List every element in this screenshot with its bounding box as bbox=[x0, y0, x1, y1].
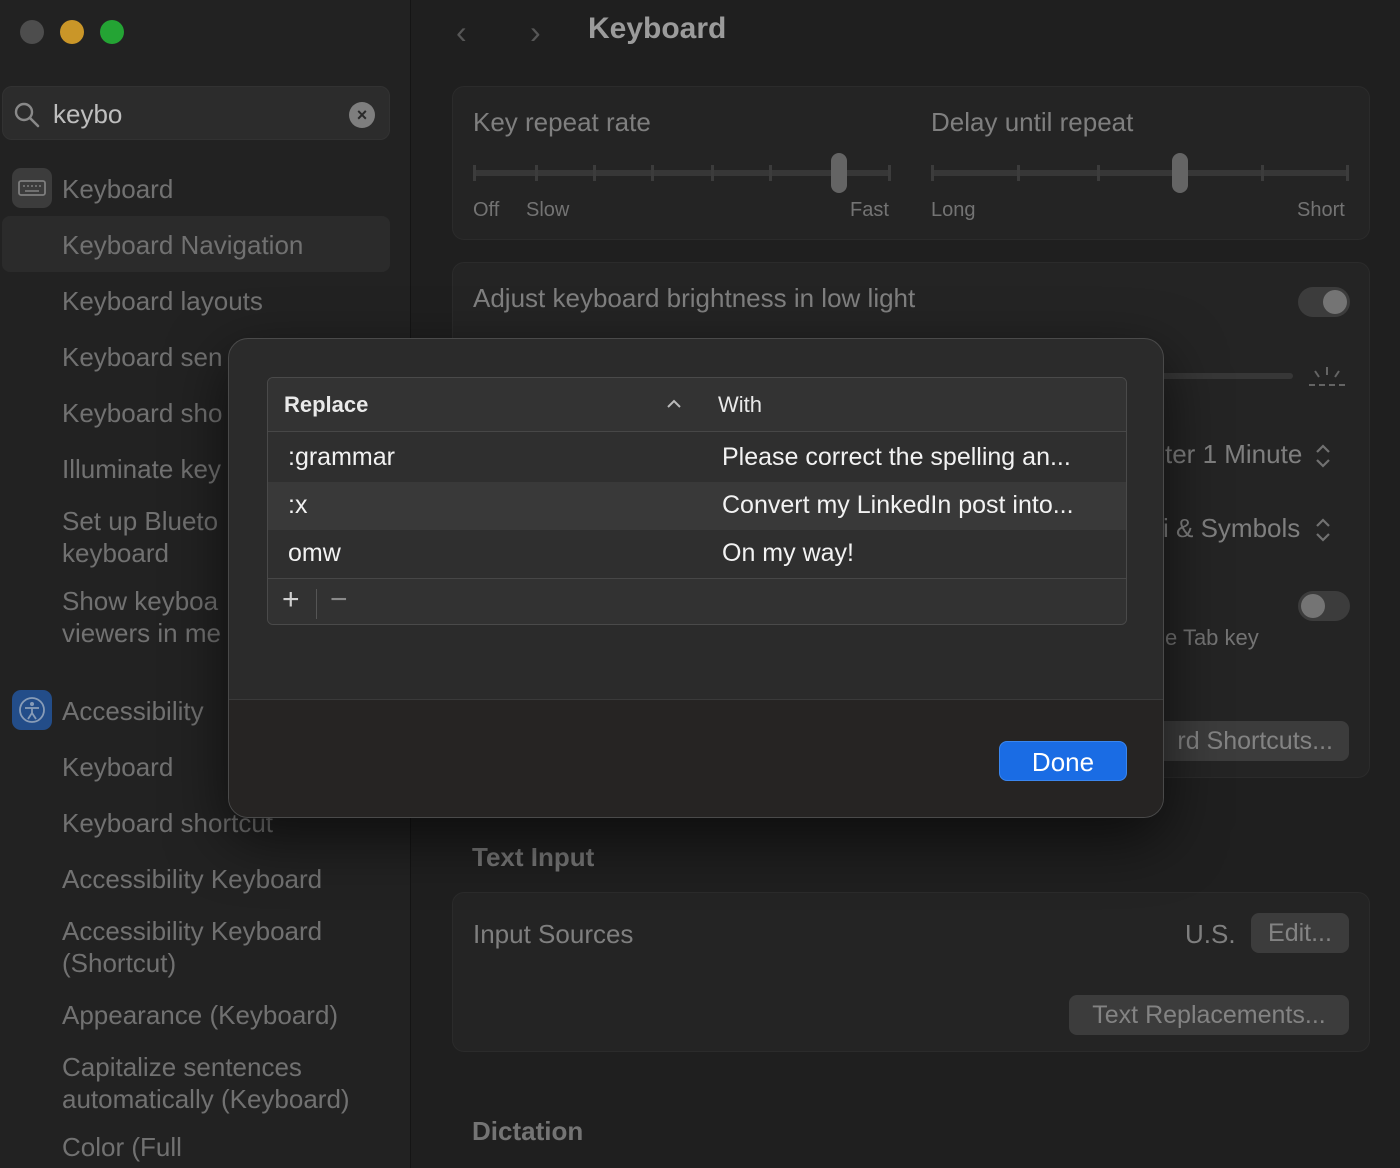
replace-cell: :grammar bbox=[288, 443, 395, 471]
replace-cell: :x bbox=[288, 491, 308, 519]
remove-replacement-button[interactable]: − bbox=[330, 583, 348, 617]
column-header-with[interactable]: With bbox=[718, 392, 762, 418]
table-header: Replace With bbox=[268, 378, 1126, 432]
with-cell: Convert my LinkedIn post into... bbox=[722, 491, 1074, 519]
with-cell: Please correct the spelling an... bbox=[722, 443, 1071, 471]
done-button[interactable]: Done bbox=[999, 741, 1127, 781]
replace-cell: omw bbox=[288, 539, 341, 567]
table-toolbar: + − bbox=[268, 578, 1126, 624]
table-row[interactable]: :grammar Please correct the spelling an.… bbox=[268, 434, 1126, 482]
column-header-replace[interactable]: Replace bbox=[284, 392, 368, 418]
toolbar-divider bbox=[316, 589, 317, 619]
with-cell: On my way! bbox=[722, 539, 854, 567]
table-row[interactable]: :x Convert my LinkedIn post into... bbox=[268, 482, 1126, 530]
add-replacement-button[interactable]: + bbox=[282, 583, 300, 617]
table-row[interactable]: omw On my way! bbox=[268, 530, 1126, 578]
replacements-table: Replace With :grammar Please correct the… bbox=[267, 377, 1127, 625]
text-replacements-dialog: Replace With :grammar Please correct the… bbox=[228, 338, 1164, 818]
sort-ascending-icon[interactable] bbox=[666, 398, 682, 410]
